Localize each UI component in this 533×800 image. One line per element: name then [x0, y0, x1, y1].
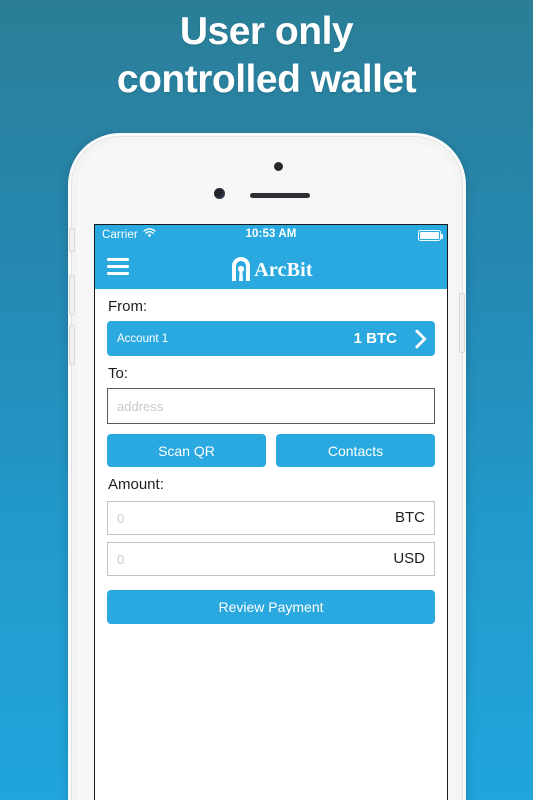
send-payment-form: From: Account 1 1 BTC To: Scan QR Contac… — [95, 298, 447, 800]
amount-usd-input[interactable] — [107, 542, 435, 576]
volume-down-button[interactable] — [69, 325, 75, 365]
from-account-selector[interactable]: Account 1 1 BTC — [107, 321, 435, 356]
review-payment-button[interactable]: Review Payment — [107, 590, 435, 624]
promo-headline: User only controlled wallet — [0, 8, 533, 104]
volume-up-button[interactable] — [69, 275, 75, 315]
promo-headline-line-1: User only — [179, 10, 354, 53]
app-nav-bar: ArcBit — [95, 247, 447, 289]
proximity-sensor-icon — [274, 162, 283, 171]
earpiece-speaker-icon — [250, 193, 310, 198]
promo-headline-line-2: controlled wallet — [116, 58, 417, 101]
app-title: ArcBit — [254, 259, 313, 281]
address-action-buttons: Scan QR Contacts — [107, 434, 435, 467]
from-label: From: — [108, 298, 148, 315]
battery-fill — [420, 232, 439, 239]
status-bar-clock: 10:53 AM — [245, 228, 297, 240]
power-button[interactable] — [459, 293, 465, 353]
amount-usd-field: USD — [107, 542, 435, 576]
phone-screen: Carrier 10:53 AM ArcBit From: Account 1 … — [95, 225, 447, 800]
arcbit-arch-keyhole-icon — [229, 254, 253, 287]
front-camera-icon — [214, 188, 225, 199]
amount-btc-field: BTC — [107, 501, 435, 535]
contacts-button[interactable]: Contacts — [276, 434, 435, 467]
scan-qr-button[interactable]: Scan QR — [107, 434, 266, 467]
silent-switch-button[interactable] — [69, 228, 75, 252]
battery-full-icon — [418, 230, 443, 241]
recipient-address-input[interactable] — [107, 388, 435, 424]
promo-screenshot: User only controlled wallet Carrier 10:5… — [0, 0, 533, 800]
app-brand: ArcBit — [95, 254, 447, 287]
status-bar-right — [418, 230, 443, 241]
from-account-name: Account 1 — [117, 332, 169, 345]
chevron-right-icon — [409, 328, 425, 350]
amount-label: Amount: — [108, 476, 164, 493]
amount-btc-input[interactable] — [107, 501, 435, 535]
from-account-balance: 1 BTC — [353, 330, 397, 347]
status-bar: Carrier 10:53 AM — [95, 225, 447, 247]
phone-device-frame: Carrier 10:53 AM ArcBit From: Account 1 … — [68, 133, 466, 800]
to-label: To: — [108, 365, 129, 382]
